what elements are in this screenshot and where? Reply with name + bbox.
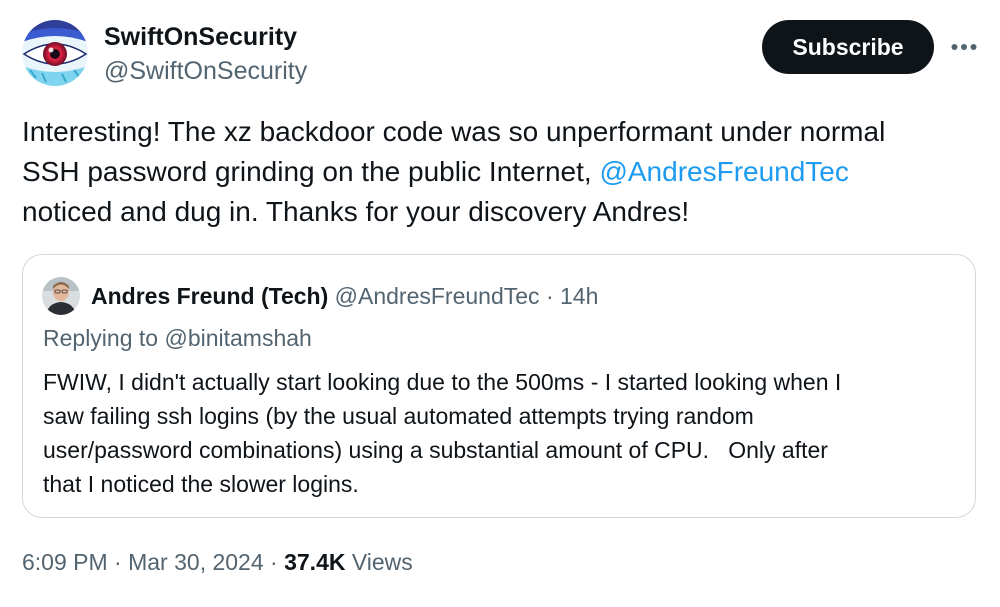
- person-photo-icon: [42, 277, 80, 315]
- tweet-text-segment: SSH password grinding on the public Inte…: [22, 156, 600, 187]
- mention-link[interactable]: @AndresFreundTec: [599, 156, 848, 187]
- quote-text-line: that I noticed the slower logins.: [43, 471, 359, 497]
- quote-author-name[interactable]: Andres Freund (Tech): [91, 283, 328, 309]
- views-label: Views: [351, 549, 413, 575]
- more-options-button[interactable]: [944, 30, 984, 64]
- quote-text-line: saw failing ssh logins (by the usual aut…: [43, 403, 754, 429]
- replying-to: Replying to @binitamshah: [43, 323, 312, 353]
- tweet-metadata: 6:09 PM · Mar 30, 2024 · 37.4K Views: [22, 547, 413, 577]
- quoted-tweet-card[interactable]: Andres Freund (Tech) @AndresFreundTec · …: [22, 254, 976, 518]
- eye-logo-icon: [22, 20, 88, 86]
- tweet-date[interactable]: Mar 30, 2024: [128, 549, 264, 575]
- quote-author-avatar[interactable]: [42, 277, 80, 315]
- separator-dot: ·: [114, 549, 122, 575]
- quote-text: FWIW, I didn't actually start looking du…: [43, 365, 841, 501]
- author-handle[interactable]: @SwiftOnSecurity: [104, 56, 307, 86]
- quote-header: Andres Freund (Tech) @AndresFreundTec · …: [91, 281, 598, 311]
- tweet-text-line: Interesting! The xz backdoor code was so…: [22, 116, 886, 147]
- author-name[interactable]: SwiftOnSecurity: [104, 22, 297, 52]
- replying-to-handle: @binitamshah: [164, 325, 312, 351]
- replying-to-prefix: Replying to: [43, 325, 165, 351]
- tweet-time[interactable]: 6:09 PM: [22, 549, 108, 575]
- separator-dot: ·: [270, 549, 278, 575]
- quote-timestamp[interactable]: 14h: [560, 283, 598, 309]
- tweet-text: Interesting! The xz backdoor code was so…: [22, 112, 972, 232]
- author-avatar[interactable]: [22, 20, 88, 86]
- views-count: 37.4K: [284, 549, 346, 575]
- quote-text-line: FWIW, I didn't actually start looking du…: [43, 369, 842, 395]
- separator-dot: ·: [545, 283, 554, 309]
- tweet-text-line: SSH password grinding on the public Inte…: [22, 152, 972, 192]
- tweet: SwiftOnSecurity @SwiftOnSecurity Subscri…: [0, 0, 1000, 607]
- subscribe-button[interactable]: Subscribe: [762, 20, 934, 74]
- more-horizontal-icon: [951, 44, 977, 50]
- tweet-text-line: noticed and dug in. Thanks for your disc…: [22, 196, 690, 227]
- quote-text-line: user/password combinations) using a subs…: [43, 437, 828, 463]
- quote-author-handle[interactable]: @AndresFreundTec: [335, 283, 540, 309]
